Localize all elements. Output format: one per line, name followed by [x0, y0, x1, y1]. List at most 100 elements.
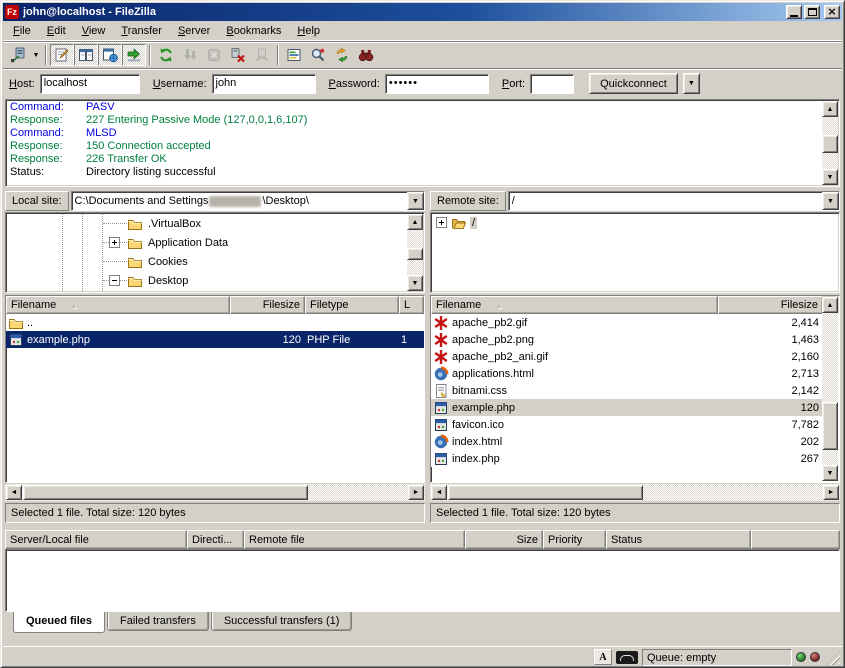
menu-view[interactable]: View: [74, 22, 114, 40]
file-row[interactable]: index.php 267: [431, 450, 823, 467]
file-row[interactable]: apache_pb2.gif 2,414: [431, 314, 823, 331]
toggle-remote-tree-button[interactable]: [98, 44, 122, 66]
file-row[interactable]: apache_pb2.png 1,463: [431, 331, 823, 348]
scroll-up-icon[interactable]: ▲: [822, 101, 838, 117]
tab-successful-transfers[interactable]: Successful transfers (1): [211, 612, 353, 631]
filter-button[interactable]: [282, 44, 306, 66]
expand-icon[interactable]: [109, 237, 120, 248]
tab-queued-files[interactable]: Queued files: [13, 612, 105, 633]
remote-list-scrollbar[interactable]: ▲ ▼: [822, 297, 838, 481]
remote-site-path: /: [509, 192, 822, 210]
collapse-icon[interactable]: [109, 275, 120, 286]
php-file-icon: [433, 451, 449, 467]
process-queue-button[interactable]: [178, 44, 202, 66]
column-header-last-modified[interactable]: L: [399, 296, 424, 314]
title-bar[interactable]: Fz john@localhost - FileZilla ×: [3, 3, 842, 21]
maximize-button[interactable]: [804, 5, 820, 19]
scroll-thumb[interactable]: [822, 402, 838, 450]
toggle-message-log-button[interactable]: [50, 44, 74, 66]
host-input[interactable]: localhost: [40, 74, 140, 94]
remote-list-hscrollbar[interactable]: ◄ ►: [430, 484, 840, 501]
file-row-selected[interactable]: example.php 120: [431, 399, 823, 416]
tab-failed-transfers[interactable]: Failed transfers: [107, 612, 209, 631]
log-scrollbar[interactable]: ▲ ▼: [822, 101, 838, 185]
refresh-button[interactable]: [154, 44, 178, 66]
local-list-hscrollbar[interactable]: ◄ ►: [5, 484, 425, 501]
column-header-priority[interactable]: Priority: [543, 530, 606, 549]
column-header-status[interactable]: Status: [606, 530, 751, 549]
remote-site-combo[interactable]: / ▼: [508, 191, 840, 211]
tree-item-cookies[interactable]: Cookies: [7, 252, 407, 271]
php-file-icon: [8, 332, 24, 348]
column-header-filesize[interactable]: Filesize: [230, 296, 305, 314]
file-row[interactable]: favicon.ico 7,782: [431, 416, 823, 433]
scroll-right-icon[interactable]: ►: [408, 485, 424, 500]
menu-file[interactable]: File: [5, 22, 39, 40]
menu-transfer[interactable]: Transfer: [113, 22, 170, 40]
scroll-thumb[interactable]: [407, 248, 423, 260]
icon-file-icon: [433, 417, 449, 433]
column-header-server-local-file[interactable]: Server/Local file: [5, 530, 187, 549]
file-row[interactable]: applications.html 2,713: [431, 365, 823, 382]
scroll-left-icon[interactable]: ◄: [431, 485, 447, 500]
tree-item-desktop[interactable]: Desktop: [7, 271, 407, 290]
file-row[interactable]: apache_pb2_ani.gif 2,160: [431, 348, 823, 365]
find-files-button[interactable]: [354, 44, 378, 66]
menu-server[interactable]: Server: [170, 22, 218, 40]
disconnect-button[interactable]: [226, 44, 250, 66]
scroll-thumb[interactable]: [822, 135, 838, 153]
queue-list-empty[interactable]: [5, 549, 840, 612]
folder-icon: [127, 235, 143, 251]
column-header-filename[interactable]: Filename▲: [431, 296, 718, 314]
scroll-right-icon[interactable]: ►: [823, 485, 839, 500]
username-input[interactable]: john: [212, 74, 316, 94]
cancel-icon: [206, 47, 222, 63]
scroll-down-icon[interactable]: ▼: [822, 169, 838, 185]
reconnect-button[interactable]: [250, 44, 274, 66]
log-label: Status:: [10, 166, 86, 179]
combo-dropdown-icon[interactable]: ▼: [822, 192, 839, 210]
tree-item-virtualbox[interactable]: .VirtualBox: [7, 214, 407, 233]
site-manager-button[interactable]: [6, 44, 30, 66]
directory-comparison-button[interactable]: [306, 44, 330, 66]
file-row-parent-dir[interactable]: ..: [6, 314, 424, 331]
scroll-down-icon[interactable]: ▼: [407, 275, 423, 291]
scroll-up-icon[interactable]: ▲: [822, 297, 838, 313]
menu-bookmarks[interactable]: Bookmarks: [218, 22, 289, 40]
resize-grip[interactable]: [826, 651, 840, 665]
local-tree-scrollbar[interactable]: ▲ ▼: [407, 214, 423, 291]
cancel-button[interactable]: [202, 44, 226, 66]
scroll-thumb[interactable]: [448, 485, 643, 500]
column-header-filename[interactable]: Filename▲: [6, 296, 230, 314]
scroll-thumb[interactable]: [23, 485, 308, 500]
close-button[interactable]: ×: [824, 5, 840, 19]
password-input[interactable]: ••••••: [385, 74, 489, 94]
minimize-button[interactable]: [786, 5, 802, 19]
column-header-size[interactable]: Size: [465, 530, 543, 549]
combo-dropdown-icon[interactable]: ▼: [407, 192, 424, 210]
scroll-up-icon[interactable]: ▲: [407, 214, 423, 230]
file-row[interactable]: bitnami.css 2,142: [431, 382, 823, 399]
file-row[interactable]: index.html 202: [431, 433, 823, 450]
port-input[interactable]: [530, 74, 574, 94]
quickconnect-bar: Host: localhost Username: john Password:…: [3, 69, 842, 98]
menu-edit[interactable]: Edit: [39, 22, 74, 40]
column-header-filesize[interactable]: Filesize: [718, 296, 823, 314]
quickconnect-button[interactable]: Quickconnect: [589, 73, 678, 94]
toggle-local-tree-button[interactable]: [74, 44, 98, 66]
column-header-direction[interactable]: Directi...: [187, 530, 244, 549]
site-manager-dropdown[interactable]: ▼: [30, 44, 42, 66]
scroll-down-icon[interactable]: ▼: [822, 465, 838, 481]
column-header-filetype[interactable]: Filetype: [305, 296, 399, 314]
local-site-combo[interactable]: C:\Documents and Settings\Desktop\ ▼: [71, 191, 425, 211]
tree-item-root[interactable]: /: [431, 213, 839, 232]
synchronized-browsing-button[interactable]: [330, 44, 354, 66]
quickconnect-dropdown[interactable]: ▼: [683, 73, 700, 94]
toggle-transfer-queue-button[interactable]: [122, 44, 146, 66]
file-row-selected[interactable]: example.php 120 PHP File 1: [6, 331, 424, 348]
expand-icon[interactable]: [436, 217, 447, 228]
menu-help[interactable]: Help: [289, 22, 328, 40]
tree-item-application-data[interactable]: Application Data: [7, 233, 407, 252]
scroll-left-icon[interactable]: ◄: [6, 485, 22, 500]
column-header-remote-file[interactable]: Remote file: [244, 530, 465, 549]
